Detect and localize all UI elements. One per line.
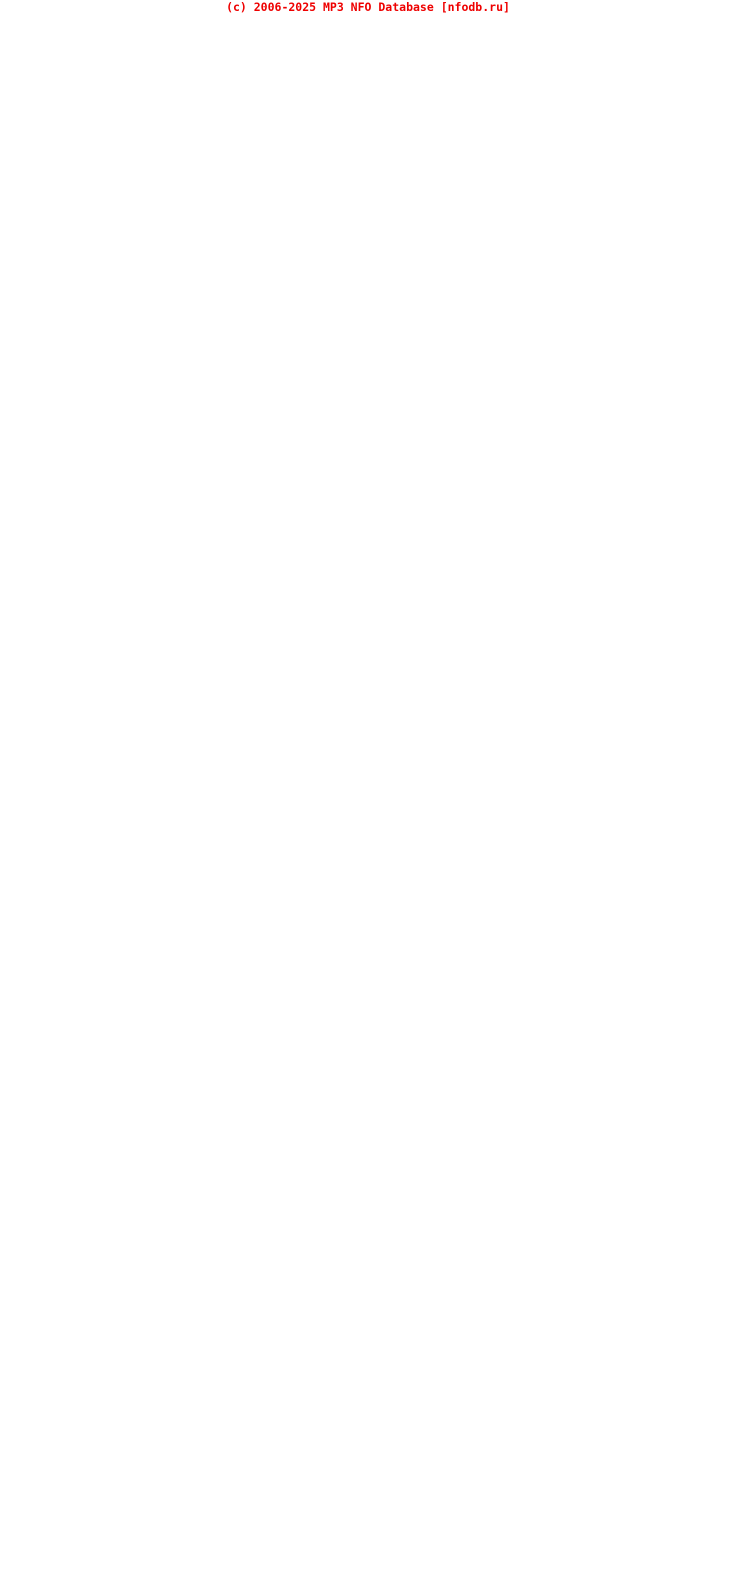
site-header-title: (c) 2006-2025 MP3 NFO Database [nfodb.ru…	[226, 0, 510, 14]
nfo-page: (c) 2006-2025 MP3 NFO Database [nfodb.ru…	[0, 0, 736, 1572]
